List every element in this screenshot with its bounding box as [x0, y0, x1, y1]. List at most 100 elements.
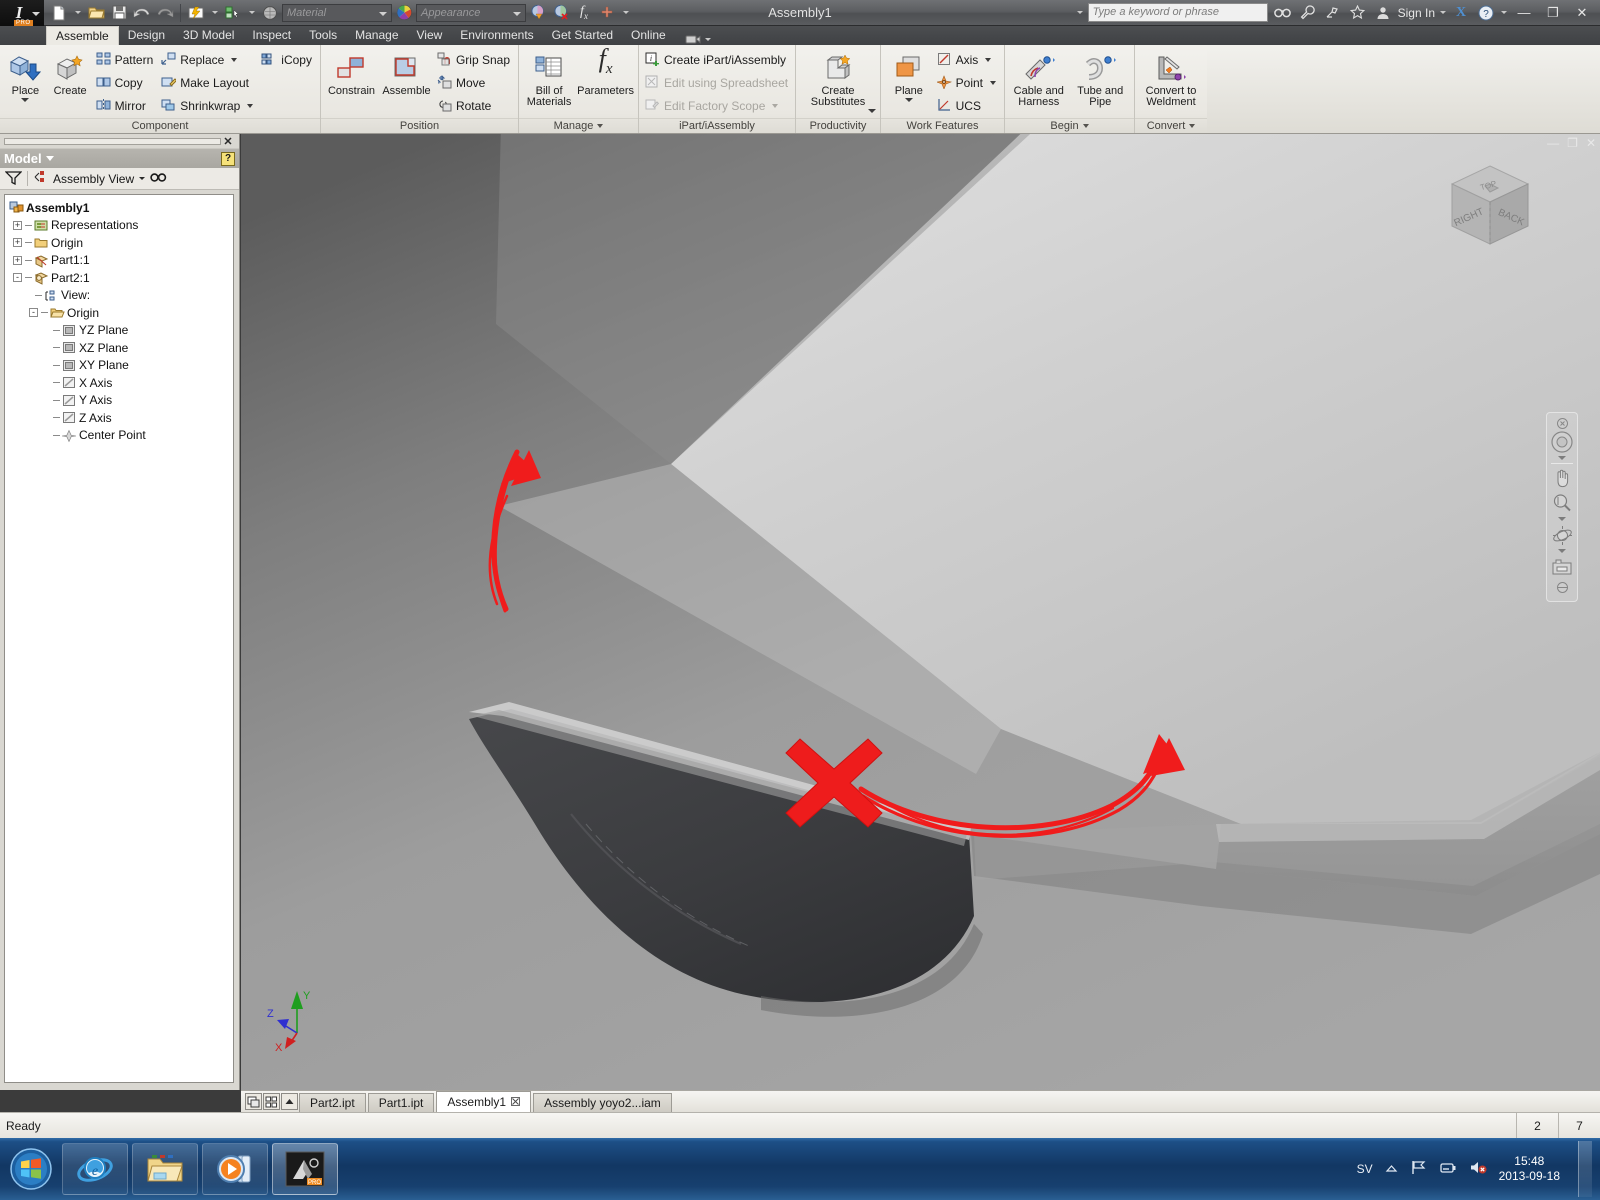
new-file-dropdown[interactable] [71, 2, 84, 24]
adjust-appearance-button[interactable] [527, 2, 549, 24]
chevron-down-icon[interactable] [139, 177, 146, 180]
point-button[interactable]: Point [935, 72, 1000, 94]
windows-explorer-icon[interactable] [132, 1143, 198, 1195]
tab-view[interactable]: View [408, 26, 452, 45]
tree-node-origin-part2[interactable]: - Origin [7, 304, 231, 322]
search-input[interactable]: Type a keyword or phrase [1087, 3, 1268, 22]
close-icon[interactable] [511, 1093, 521, 1112]
pattern-button[interactable]: Pattern [94, 49, 158, 71]
browser-view-mode[interactable]: Assembly View [53, 172, 134, 186]
color-wheel-icon[interactable] [393, 2, 415, 24]
look-at-camera-icon[interactable] [1549, 555, 1575, 579]
copy-button[interactable]: Copy [94, 72, 158, 94]
tree-node-view[interactable]: View: [7, 287, 231, 305]
volume-muted-icon[interactable] [1469, 1160, 1487, 1178]
chevron-down-icon[interactable] [772, 104, 779, 108]
tab-manage[interactable]: Manage [346, 26, 407, 45]
help-dropdown-icon[interactable] [1501, 11, 1507, 14]
tree-node-part1[interactable]: + Part1:1 [7, 252, 231, 270]
chevron-down-icon[interactable] [21, 98, 30, 102]
update-button[interactable] [185, 2, 207, 24]
tree-node-origin-root[interactable]: + Origin [7, 234, 231, 252]
search-help-icon[interactable] [1273, 3, 1293, 23]
expander-icon[interactable]: - [29, 308, 38, 318]
ucs-button[interactable]: UCS [935, 95, 1000, 117]
grip-snap-button[interactable]: Grip Snap [435, 49, 514, 71]
tab-inspect[interactable]: Inspect [243, 26, 300, 45]
tab-environments[interactable]: Environments [451, 26, 542, 45]
parameters-button[interactable]: fx Parameters [577, 44, 634, 97]
user-account-icon[interactable] [1373, 3, 1393, 23]
display-settings-icon[interactable] [1549, 580, 1575, 594]
sign-in-button[interactable]: Sign In [1398, 6, 1435, 20]
tab-online[interactable]: Online [622, 26, 675, 45]
replace-button[interactable]: Replace [159, 49, 257, 71]
constrain-button[interactable]: Constrain [325, 48, 378, 97]
parameters-fx-icon[interactable]: fx [573, 2, 595, 24]
chevron-down-icon[interactable] [1082, 124, 1089, 129]
tree-node-y-axis[interactable]: Y Axis [7, 392, 231, 410]
start-orb-icon[interactable] [4, 1142, 58, 1196]
select-filter-dropdown[interactable] [245, 2, 258, 24]
chevron-down-icon[interactable] [985, 58, 992, 62]
tree-node-yz-plane[interactable]: YZ Plane [7, 322, 231, 340]
expander-icon[interactable]: - [13, 273, 22, 283]
viewport-restore-button[interactable]: ❐ [1567, 136, 1578, 150]
grid-windows-icon[interactable] [263, 1093, 280, 1110]
make-layout-button[interactable]: Make Layout [159, 72, 257, 94]
create-component-button[interactable]: Create [49, 48, 92, 97]
tree-node-xy-plane[interactable]: XY Plane [7, 357, 231, 375]
doc-tab-assembly1[interactable]: Assembly1 [436, 1091, 532, 1112]
undo-button[interactable] [131, 2, 153, 24]
shrinkwrap-button[interactable]: Shrinkwrap [159, 95, 257, 117]
satellite-community-icon[interactable] [1323, 3, 1343, 23]
viewport-minimize-button[interactable]: — [1547, 136, 1559, 150]
language-indicator[interactable]: SV [1357, 1162, 1373, 1176]
cable-harness-button[interactable]: Cable and Harness [1009, 48, 1069, 108]
update-dropdown[interactable] [208, 2, 221, 24]
application-menu-button[interactable]: I PRO [0, 0, 44, 26]
show-hidden-icons-icon[interactable] [1385, 1162, 1398, 1176]
3d-model-canvas[interactable]: Y Z X [241, 134, 1600, 1090]
material-combo[interactable]: Material [282, 3, 392, 22]
network-flag-icon[interactable] [1410, 1160, 1427, 1178]
tree-node-z-axis[interactable]: Z Axis [7, 409, 231, 427]
save-button[interactable] [108, 2, 130, 24]
steering-wheel-icon[interactable] [1549, 430, 1575, 454]
chevron-down-icon[interactable] [904, 98, 913, 102]
favorites-star-icon[interactable] [1348, 3, 1368, 23]
tube-pipe-button[interactable]: Tube and Pipe [1071, 48, 1131, 108]
doc-tab-part2[interactable]: Part2.ipt [299, 1093, 366, 1112]
edit-spreadsheet-button[interactable]: Edit using Spreadsheet [643, 72, 792, 94]
filter-icon[interactable] [4, 170, 23, 188]
help-icon[interactable]: ? [1476, 3, 1496, 23]
scroll-up-icon[interactable] [281, 1093, 298, 1110]
rotate-button[interactable]: Rotate [435, 95, 514, 117]
close-window-button[interactable]: ✕ [1570, 3, 1594, 23]
chevron-down-icon[interactable] [1189, 124, 1196, 129]
find-icon[interactable] [150, 171, 167, 187]
doc-tab-assembly-yoyo2[interactable]: Assembly yoyo2...iam [533, 1093, 672, 1112]
expander-icon[interactable]: + [13, 220, 22, 230]
assemble-button[interactable]: Assemble [380, 48, 433, 97]
screencast-record-button[interactable] [685, 33, 711, 45]
open-file-button[interactable] [85, 2, 107, 24]
restore-window-button[interactable]: ❐ [1541, 3, 1565, 23]
tree-node-representations[interactable]: + Representations [7, 217, 231, 235]
search-expand-caret-icon[interactable] [1076, 11, 1083, 14]
edit-factory-scope-button[interactable]: Edit Factory Scope [643, 95, 792, 117]
close-icon[interactable] [1549, 417, 1575, 429]
tree-node-assembly1[interactable]: Assembly1 [7, 199, 231, 217]
appearance-sphere-icon[interactable] [259, 2, 281, 24]
tab-assemble[interactable]: Assemble [46, 26, 119, 45]
tree-node-part2[interactable]: - Part2:1 [7, 269, 231, 287]
qat-overflow-dropdown[interactable] [619, 2, 632, 24]
browser-drag-grip[interactable]: ✕ [0, 134, 239, 148]
chevron-down-icon[interactable] [1558, 549, 1566, 553]
chevron-down-icon[interactable] [868, 109, 876, 113]
tree-node-center-point[interactable]: Center Point [7, 427, 231, 445]
expander-icon[interactable]: + [13, 238, 22, 248]
inventor-icon[interactable]: PRO [272, 1143, 338, 1195]
chevron-down-icon[interactable] [231, 58, 238, 62]
3d-viewport[interactable]: Y Z X — ❐ ✕ TOP RIGHT BACK [241, 134, 1600, 1090]
